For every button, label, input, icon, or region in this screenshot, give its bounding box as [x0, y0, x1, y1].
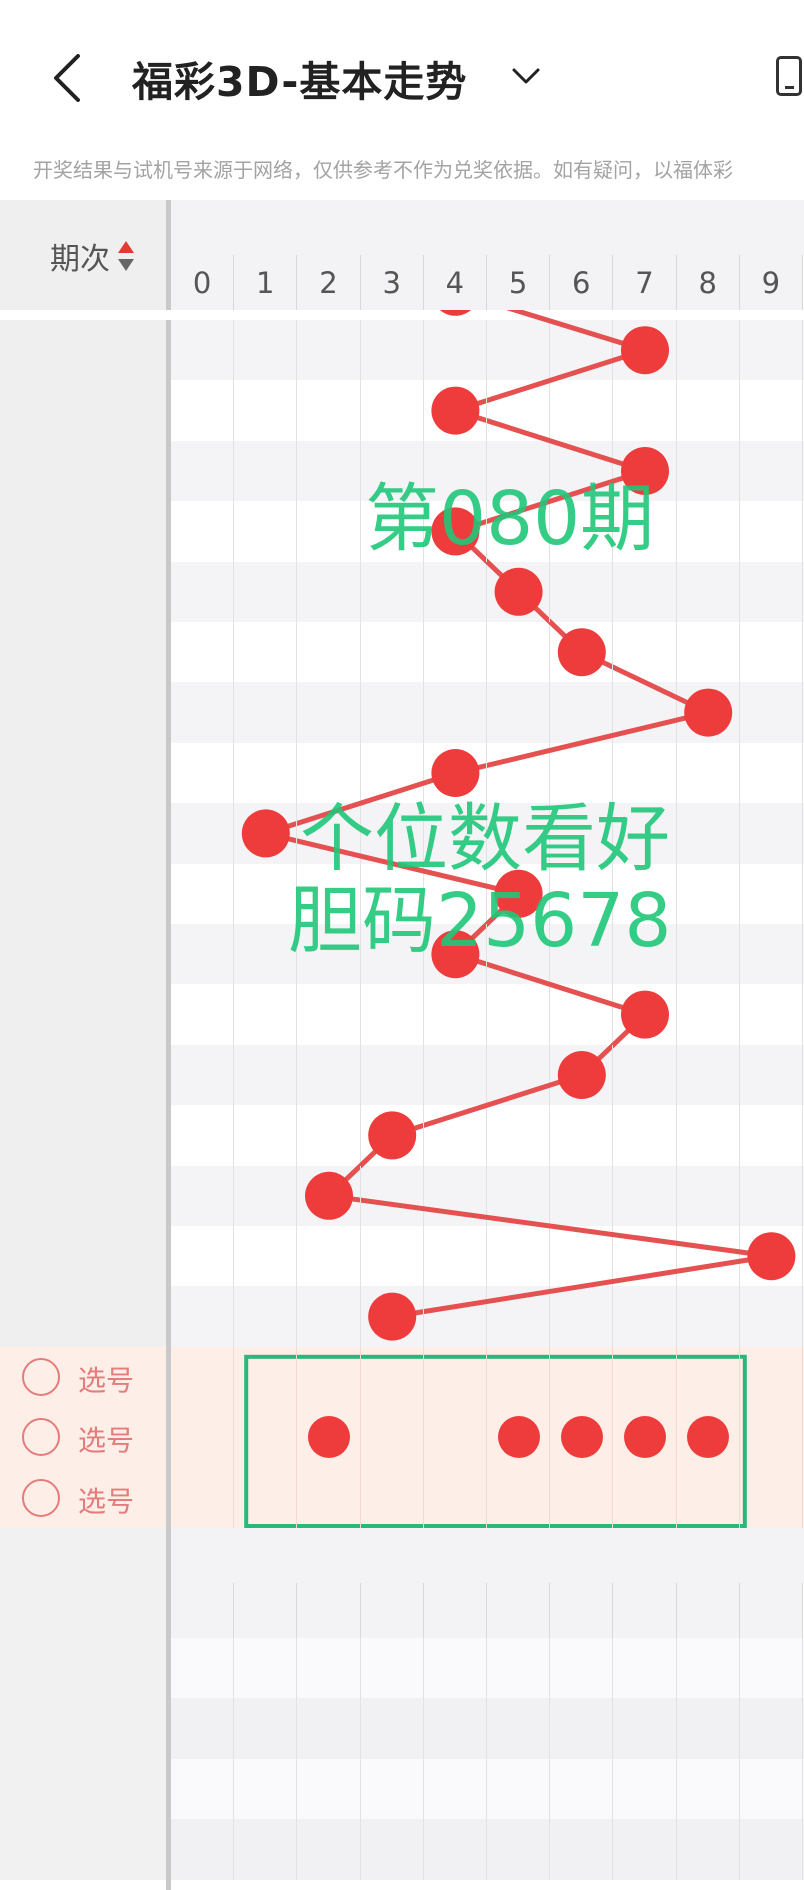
trend-segment: [454, 710, 709, 776]
selectable-digit[interactable]: [613, 1467, 677, 1528]
trend-segment: [265, 830, 520, 897]
selectable-digit[interactable]: [487, 1467, 551, 1528]
selectable-digit[interactable]: [171, 1407, 235, 1468]
selected-digit[interactable]: [613, 1407, 677, 1468]
selectable-digit[interactable]: [361, 1407, 424, 1468]
selectable-digit[interactable]: [550, 1467, 614, 1528]
stats-separator: [166, 1528, 171, 1890]
selected-digit[interactable]: [297, 1407, 361, 1468]
hit-number: [613, 984, 677, 1045]
hit-number: [613, 320, 677, 381]
selectable-digit[interactable]: [361, 1467, 424, 1528]
selectable-digit[interactable]: [234, 1346, 298, 1408]
selectable-digit[interactable]: [740, 1346, 803, 1408]
top-bar: 福彩3D-基本走势: [0, 0, 804, 150]
selectable-digit[interactable]: [487, 1346, 551, 1408]
selectable-digit[interactable]: [361, 1346, 424, 1408]
back-arrow-icon[interactable]: [48, 50, 88, 106]
hit-number: [487, 863, 551, 924]
trend-segment: [391, 1253, 772, 1320]
selectable-digit[interactable]: [677, 1346, 740, 1408]
selectable-digit[interactable]: [234, 1407, 298, 1468]
selectable-digit[interactable]: [613, 1346, 677, 1408]
selectable-digit[interactable]: [424, 1407, 487, 1468]
selectable-digit[interactable]: [740, 1467, 803, 1528]
selectable-digit[interactable]: [234, 1467, 298, 1528]
hit-number: [424, 924, 487, 985]
selectable-digit[interactable]: [171, 1467, 235, 1528]
selectable-digit[interactable]: [740, 1407, 803, 1468]
hit-number: [424, 380, 487, 441]
hit-number: [361, 1286, 424, 1347]
hit-number: [550, 1044, 614, 1106]
selectable-digit[interactable]: [550, 1346, 614, 1408]
trend-line-overlay: [241, 310, 796, 1529]
hit-number: [487, 561, 551, 622]
hit-number: [424, 742, 487, 804]
selectable-digit[interactable]: [171, 1346, 235, 1408]
hit-number: [234, 803, 298, 864]
selected-digit[interactable]: [487, 1407, 551, 1468]
selectable-digit[interactable]: [297, 1467, 361, 1528]
selectable-digit[interactable]: [424, 1467, 487, 1528]
selectable-digit[interactable]: [677, 1467, 740, 1528]
hit-number: [677, 682, 740, 743]
selectable-digit[interactable]: [297, 1346, 361, 1408]
hit-number: [424, 501, 487, 562]
hit-number: [297, 1165, 361, 1226]
selected-digit[interactable]: [677, 1407, 740, 1468]
hit-number: [361, 1105, 424, 1166]
chevron-down-icon[interactable]: [508, 58, 544, 94]
page-title[interactable]: 福彩3D-基本走势: [132, 48, 467, 108]
hit-number: [550, 622, 614, 683]
selectable-digit[interactable]: [424, 1346, 487, 1408]
trend-table: 期次 0 1 2 3 4 5 6 7 8 9 选号 选号 选号 第080期 个位数看好 胆码25678: [0, 200, 804, 1890]
partial-hit-ball: [439, 310, 472, 316]
hit-number: [613, 440, 677, 502]
hit-number: [740, 1226, 803, 1287]
trend-segment: [328, 1193, 772, 1259]
phone-icon[interactable]: [776, 56, 802, 96]
selected-digit[interactable]: [550, 1407, 614, 1468]
disclaimer-text: 开奖结果与试机号来源于网络，仅供参考不作为兑奖依据。如有疑问，以福体彩: [33, 158, 733, 182]
